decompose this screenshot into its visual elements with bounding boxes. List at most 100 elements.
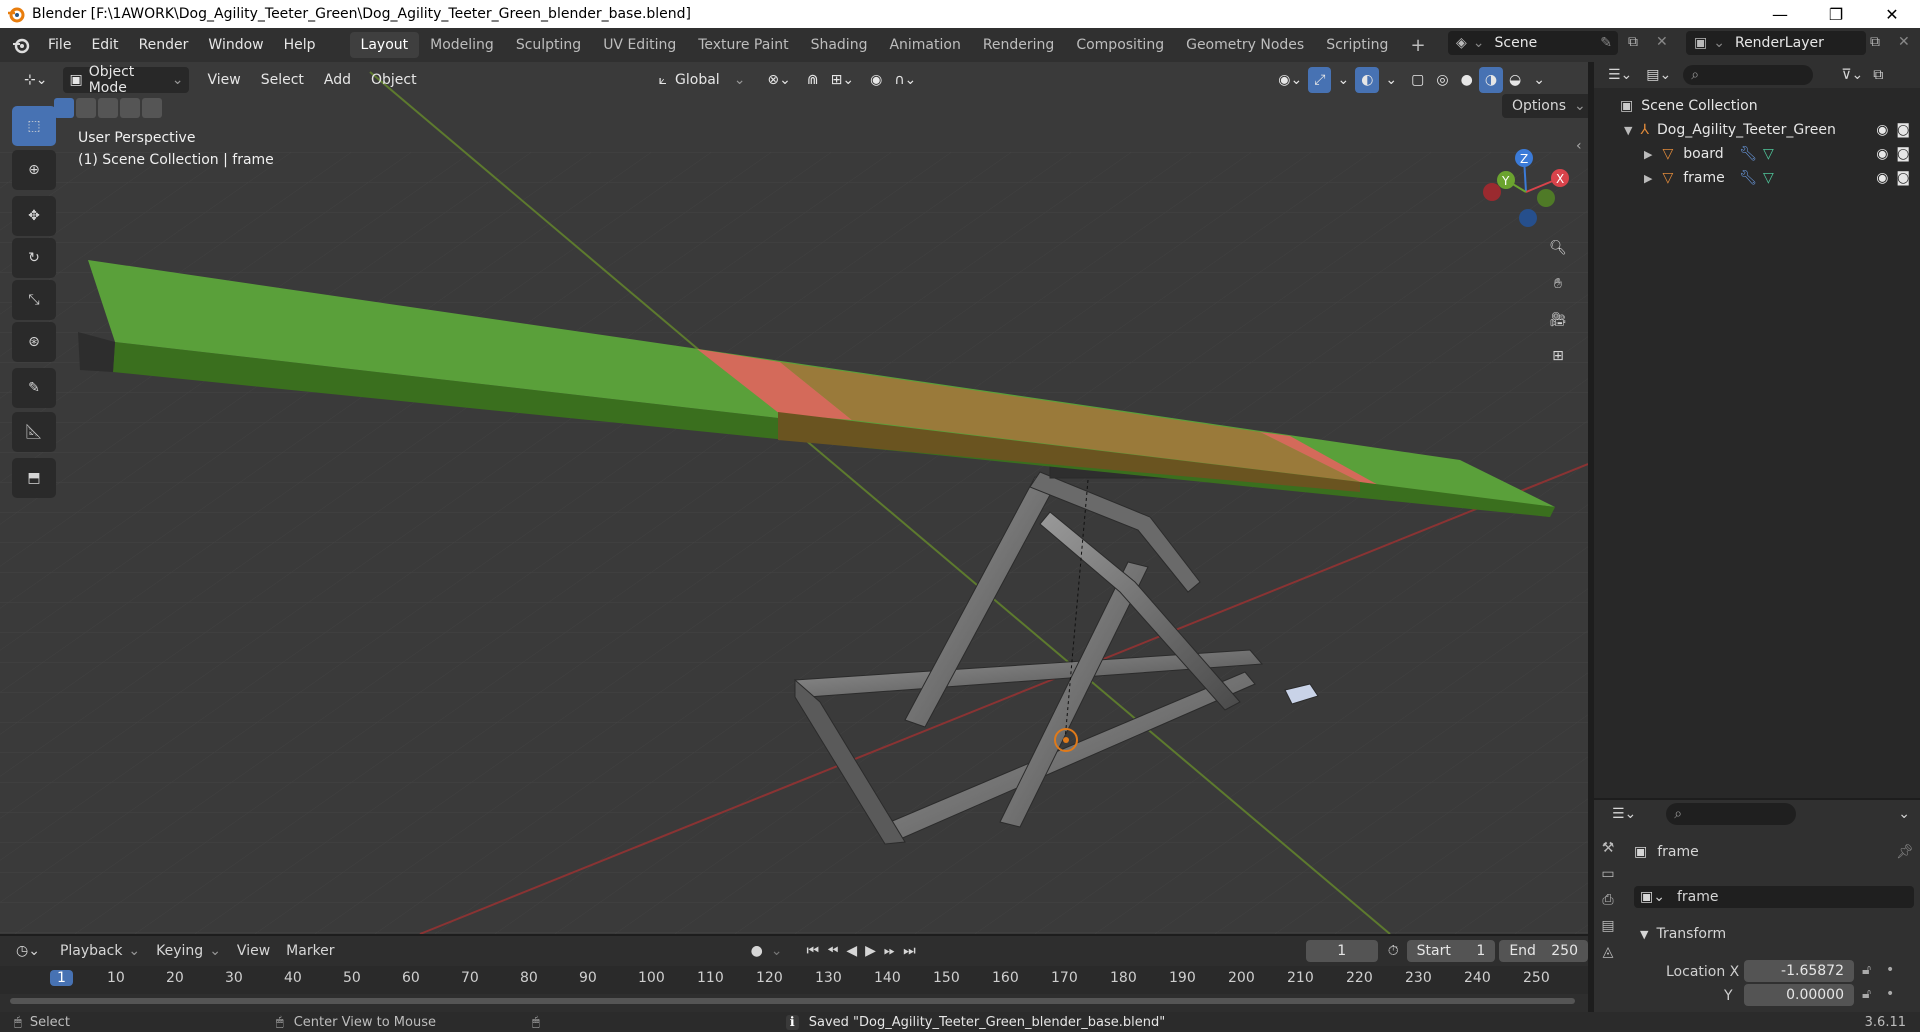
expand-arrow-icon[interactable]: ▼: [1624, 124, 1632, 137]
sidebar-toggle-icon[interactable]: ‹: [1576, 138, 1582, 154]
tab-scripting[interactable]: Scripting: [1315, 32, 1399, 58]
cursor-tool-icon[interactable]: ⊕: [12, 150, 56, 190]
select-subtract-icon[interactable]: [98, 98, 118, 118]
pin-icon[interactable]: 📌︎: [1896, 844, 1914, 860]
keyframe-dot-icon[interactable]: •: [1886, 986, 1894, 1002]
menu-keying[interactable]: Keying ⌄: [150, 938, 227, 964]
add-workspace-icon[interactable]: +: [1399, 32, 1436, 58]
pin-icon[interactable]: ✎: [1600, 35, 1612, 51]
visibility-eye-icon[interactable]: ◉: [1876, 146, 1888, 162]
transform-panel-header[interactable]: ▼ Transform: [1640, 926, 1726, 942]
stopwatch-icon[interactable]: ⏱︎: [1388, 943, 1399, 959]
tab-sculpting[interactable]: Sculpting: [505, 32, 592, 58]
select-extend-icon[interactable]: [76, 98, 96, 118]
rendered-shading-icon[interactable]: ◒: [1503, 67, 1527, 93]
overlay-menu-icon[interactable]: ⌄: [1379, 67, 1403, 93]
select-invert-icon[interactable]: [120, 98, 140, 118]
jump-start-icon[interactable]: ⏮︎: [807, 943, 820, 959]
expand-arrow-icon[interactable]: ▶: [1644, 148, 1652, 161]
timeline-editor-icon[interactable]: ◷⌄: [16, 943, 40, 959]
close-button[interactable]: ✕: [1864, 0, 1920, 28]
snap-icon[interactable]: ⋒: [801, 67, 825, 93]
overlay-toggle-icon[interactable]: ◐: [1355, 67, 1380, 93]
gizmo-menu-icon[interactable]: ⌄: [1331, 67, 1355, 93]
xray-icon[interactable]: ▢: [1405, 67, 1430, 93]
menu-object[interactable]: Object: [365, 67, 423, 93]
outliner-row-scene-collection[interactable]: ▣ Scene Collection: [1594, 94, 1920, 118]
proportional-edit-icon[interactable]: ◉: [864, 67, 888, 93]
tab-uv-editing[interactable]: UV Editing: [592, 32, 687, 58]
tab-layout[interactable]: Layout: [349, 32, 420, 58]
pivot-icon[interactable]: ⊗⌄: [761, 67, 796, 93]
gizmo-toggle-icon[interactable]: ⤢: [1308, 67, 1332, 93]
menu-help[interactable]: Help: [274, 28, 326, 62]
transform-tool-icon[interactable]: ⊛: [12, 322, 56, 362]
wireframe-shading-icon[interactable]: ◎: [1430, 67, 1454, 93]
maximize-button[interactable]: ❐: [1808, 0, 1864, 28]
mode-selector[interactable]: ▣ Object Mode ⌄: [63, 64, 190, 96]
delete-layer-icon[interactable]: ✕: [1898, 34, 1910, 50]
play-reverse-icon[interactable]: ◀: [846, 943, 857, 959]
tool-tab-icon[interactable]: ⚒︎: [1602, 840, 1615, 856]
output-tab-icon[interactable]: ⎙: [1602, 892, 1613, 908]
location-x-field[interactable]: -1.65872: [1744, 960, 1854, 982]
keyframe-dot-icon[interactable]: •: [1886, 962, 1894, 978]
visibility-eye-icon[interactable]: ◉: [1876, 170, 1888, 186]
blender-menu-icon[interactable]: [0, 28, 38, 62]
menu-edit[interactable]: Edit: [81, 28, 128, 62]
outliner-row-frame[interactable]: ▶ ▽ frame 🔧︎ ▽ ◉ ◙: [1594, 166, 1920, 190]
minimize-button[interactable]: —: [1752, 0, 1808, 28]
new-scene-icon[interactable]: ⧉: [1628, 34, 1638, 50]
measure-tool-icon[interactable]: 📐︎: [12, 412, 56, 452]
outliner-row-dog-agility[interactable]: ▼ ⅄ Dog_Agility_Teeter_Green ◉ ◙: [1594, 118, 1920, 142]
menu-view[interactable]: View: [201, 67, 246, 93]
delete-scene-icon[interactable]: ✕: [1656, 34, 1668, 50]
editor-type-icon[interactable]: ⊹⌄: [18, 67, 53, 93]
shading-menu-icon[interactable]: ⌄: [1527, 67, 1551, 93]
menu-timeline-view[interactable]: View: [231, 938, 276, 964]
orientation-selector[interactable]: ⟀ Global ⌄: [653, 67, 752, 93]
add-cube-tool-icon[interactable]: ⬒: [12, 458, 56, 498]
visibility-icon[interactable]: ◉⌄: [1272, 67, 1308, 93]
current-frame-field[interactable]: 1: [1305, 940, 1378, 962]
render-camera-icon[interactable]: ◙: [1896, 122, 1910, 138]
prev-keyframe-icon[interactable]: ⏪︎: [827, 943, 838, 959]
tab-geometry-nodes[interactable]: Geometry Nodes: [1175, 32, 1315, 58]
menu-select[interactable]: Select: [255, 67, 310, 93]
menu-render[interactable]: Render: [129, 28, 199, 62]
3d-viewport[interactable]: ⊹⌄ ▣ Object Mode ⌄ View Select Add Objec…: [0, 62, 1588, 934]
record-keyframe-icon[interactable]: ●: [751, 943, 763, 959]
properties-editor-icon[interactable]: ☰⌄: [1612, 806, 1636, 822]
render-camera-icon[interactable]: ◙: [1896, 170, 1910, 186]
properties-search-input[interactable]: ⌕: [1666, 803, 1797, 825]
menu-window[interactable]: Window: [198, 28, 273, 62]
annotate-tool-icon[interactable]: ✎: [12, 368, 56, 408]
render-layer-selector[interactable]: ▣ ⌄ RenderLayer: [1686, 31, 1866, 55]
end-frame-field[interactable]: End 250: [1499, 940, 1588, 962]
tab-rendering[interactable]: Rendering: [972, 32, 1066, 58]
render-tab-icon[interactable]: ▭: [1601, 866, 1614, 882]
solid-shading-icon[interactable]: ●: [1455, 67, 1479, 93]
scene-selector[interactable]: ◈ ⌄ Scene ✎: [1448, 31, 1618, 55]
menu-playback[interactable]: Playback ⌄: [54, 938, 146, 964]
lock-icon[interactable]: 🔓︎: [1862, 962, 1871, 978]
view-layer-tab-icon[interactable]: ▤: [1601, 918, 1614, 934]
tab-modeling[interactable]: Modeling: [419, 32, 505, 58]
jump-end-icon[interactable]: ⏭︎: [903, 943, 916, 959]
display-mode-icon[interactable]: ▤⌄: [1646, 67, 1671, 83]
outliner-row-board[interactable]: ▶ ▽ board 🔧︎ ▽ ◉ ◙: [1594, 142, 1920, 166]
pan-hand-icon[interactable]: ✋︎: [1542, 268, 1574, 300]
tab-texture-paint[interactable]: Texture Paint: [687, 32, 799, 58]
snap-target-icon[interactable]: ⊞⌄: [825, 67, 860, 93]
properties-menu-icon[interactable]: ⌄: [1898, 806, 1910, 822]
new-layer-icon[interactable]: ⧉: [1870, 34, 1880, 50]
menu-file[interactable]: File: [38, 28, 81, 62]
start-frame-field[interactable]: Start 1: [1406, 940, 1496, 962]
select-new-icon[interactable]: [54, 98, 74, 118]
outliner-editor-icon[interactable]: ☰⌄: [1608, 67, 1632, 83]
tab-shading[interactable]: Shading: [800, 32, 879, 58]
tab-animation[interactable]: Animation: [878, 32, 971, 58]
lock-icon[interactable]: 🔓︎: [1862, 986, 1871, 1002]
perspective-toggle-icon[interactable]: ⊞: [1542, 340, 1574, 372]
play-icon[interactable]: ▶: [865, 943, 876, 959]
